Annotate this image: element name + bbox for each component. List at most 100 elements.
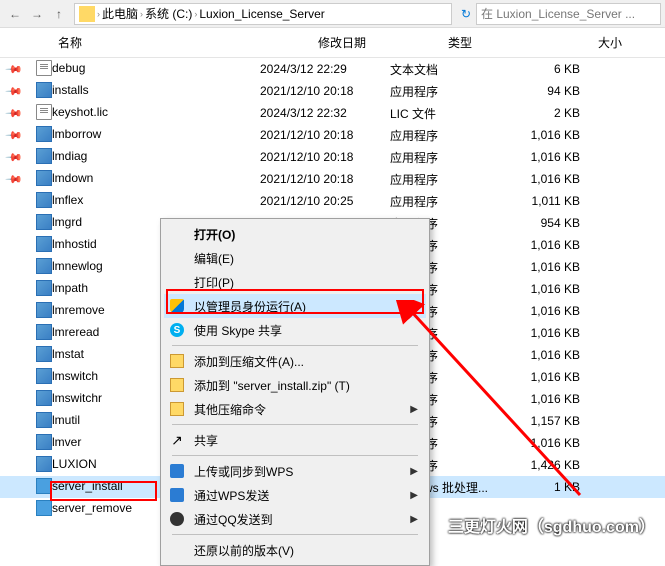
pin-icon: 📌 <box>0 173 28 186</box>
file-date: 2021/12/10 20:18 <box>260 150 390 164</box>
file-name: debug <box>52 61 85 75</box>
file-icon <box>36 60 52 76</box>
file-type: 应用程序 <box>390 149 510 166</box>
file-name: lmborrow <box>52 127 101 141</box>
pin-icon: 📌 <box>0 151 28 164</box>
file-icon <box>36 104 52 120</box>
header-name[interactable]: 名称 <box>50 34 310 51</box>
up-button[interactable]: ↑ <box>48 3 70 25</box>
file-icon <box>36 192 52 208</box>
file-type: 文本文档 <box>390 61 510 78</box>
file-name: LUXION <box>52 457 97 471</box>
file-name: lmgrd <box>52 215 82 229</box>
menu-separator <box>172 534 418 535</box>
column-headers: 名称 修改日期 类型 大小 <box>0 28 665 58</box>
file-row[interactable]: 📌 installs 2021/12/10 20:18应用程序94 KB <box>0 80 665 102</box>
file-size: 6 KB <box>510 62 580 76</box>
qq-icon <box>170 512 184 526</box>
file-date: 2021/12/10 20:18 <box>260 84 390 98</box>
annotation-box <box>50 481 157 501</box>
file-size: 1,016 KB <box>510 128 580 142</box>
file-row[interactable]: 📌 lmborrow 2021/12/10 20:18应用程序1,016 KB <box>0 124 665 146</box>
file-name-cell: lmflex <box>28 191 260 211</box>
file-icon <box>36 126 52 142</box>
file-row[interactable]: lmflex2021/12/10 20:25应用程序1,011 KB <box>0 190 665 212</box>
file-row[interactable]: 📌 lmdiag2021/12/10 20:18应用程序1,016 KB <box>0 146 665 168</box>
address-toolbar: ← → ↑ › 此电脑 › 系统 (C:) › Luxion_License_S… <box>0 0 665 28</box>
file-row[interactable]: 📌 keyshot.lic2024/3/12 22:32LIC 文件2 KB <box>0 102 665 124</box>
file-type: 应用程序 <box>390 171 510 188</box>
forward-button[interactable]: → <box>26 3 48 25</box>
file-icon <box>36 236 52 252</box>
refresh-button[interactable]: ↻ <box>456 7 476 21</box>
file-name: lmremove <box>52 303 105 317</box>
chevron-right-icon: ▶ <box>410 514 418 525</box>
header-date[interactable]: 修改日期 <box>310 34 440 51</box>
file-icon <box>36 434 52 450</box>
file-icon <box>36 258 52 274</box>
watermark: 三更灯火网（sgdhuo.com） <box>448 513 655 537</box>
header-size[interactable]: 大小 <box>560 34 630 51</box>
search-input[interactable]: 在 Luxion_License_Server ... <box>476 3 661 25</box>
file-name: lmutil <box>52 413 80 427</box>
pin-icon: 📌 <box>0 63 28 76</box>
menu-restore[interactable]: 还原以前的版本(V) <box>164 538 426 562</box>
file-type: LIC 文件 <box>390 105 510 122</box>
file-icon <box>36 368 52 384</box>
file-name: lmswitchr <box>52 391 102 405</box>
zip-icon <box>170 378 184 392</box>
file-type: 应用程序 <box>390 127 510 144</box>
file-name-cell: lmdiag <box>28 147 260 167</box>
bc-drive[interactable]: 系统 (C:) <box>145 5 192 22</box>
file-date: 2021/12/10 20:18 <box>260 172 390 186</box>
file-icon <box>36 456 52 472</box>
annotation-arrow <box>380 300 620 510</box>
file-icon <box>36 280 52 296</box>
file-row[interactable]: 📌 lmdown2021/12/10 20:18应用程序1,016 KB <box>0 168 665 190</box>
share-icon: ↗ <box>168 431 186 449</box>
file-icon <box>36 170 52 186</box>
file-icon <box>36 302 52 318</box>
file-date: 2021/12/10 20:25 <box>260 194 390 208</box>
file-name: lmdiag <box>52 149 87 163</box>
file-name: lmswitch <box>52 369 98 383</box>
breadcrumb[interactable]: › 此电脑 › 系统 (C:) › Luxion_License_Server <box>74 3 452 25</box>
pin-icon: 📌 <box>0 129 28 142</box>
file-name-cell: installs <box>28 81 260 101</box>
file-icon <box>36 412 52 428</box>
zip-icon <box>170 354 184 368</box>
file-name: installs <box>52 83 89 97</box>
file-name-cell: lmborrow <box>28 125 260 145</box>
folder-icon <box>79 6 95 22</box>
file-name: lmreread <box>52 325 99 339</box>
menu-edit[interactable]: 编辑(E) <box>164 246 426 270</box>
file-name: server_remove <box>52 501 132 515</box>
file-name-cell: lmdown <box>28 169 260 189</box>
file-icon <box>36 500 52 516</box>
pin-icon: 📌 <box>0 85 28 98</box>
file-type: 应用程序 <box>390 83 510 100</box>
zip-icon <box>170 402 184 416</box>
file-row[interactable]: 📌 debug 2024/3/12 22:29文本文档6 KB <box>0 58 665 80</box>
file-name: lmnewlog <box>52 259 103 273</box>
file-icon <box>36 390 52 406</box>
wps-icon <box>170 488 184 502</box>
file-date: 2024/3/12 22:29 <box>260 62 390 76</box>
menu-send-qq[interactable]: 通过QQ发送到▶ <box>164 507 426 531</box>
file-size: 94 KB <box>510 84 580 98</box>
cloud-icon <box>170 464 184 478</box>
bc-root[interactable]: 此电脑 <box>102 5 138 22</box>
file-name: lmflex <box>52 193 83 207</box>
file-name: lmver <box>52 435 81 449</box>
file-type: 应用程序 <box>390 193 510 210</box>
file-icon <box>36 82 52 98</box>
menu-open[interactable]: 打开(O) <box>164 222 426 246</box>
file-size: 1,016 KB <box>510 282 580 296</box>
file-icon <box>36 148 52 164</box>
back-button[interactable]: ← <box>4 3 26 25</box>
header-type[interactable]: 类型 <box>440 34 560 51</box>
file-size: 1,016 KB <box>510 238 580 252</box>
file-date: 2021/12/10 20:18 <box>260 128 390 142</box>
pin-icon: 📌 <box>0 107 28 120</box>
bc-folder[interactable]: Luxion_License_Server <box>199 7 324 21</box>
